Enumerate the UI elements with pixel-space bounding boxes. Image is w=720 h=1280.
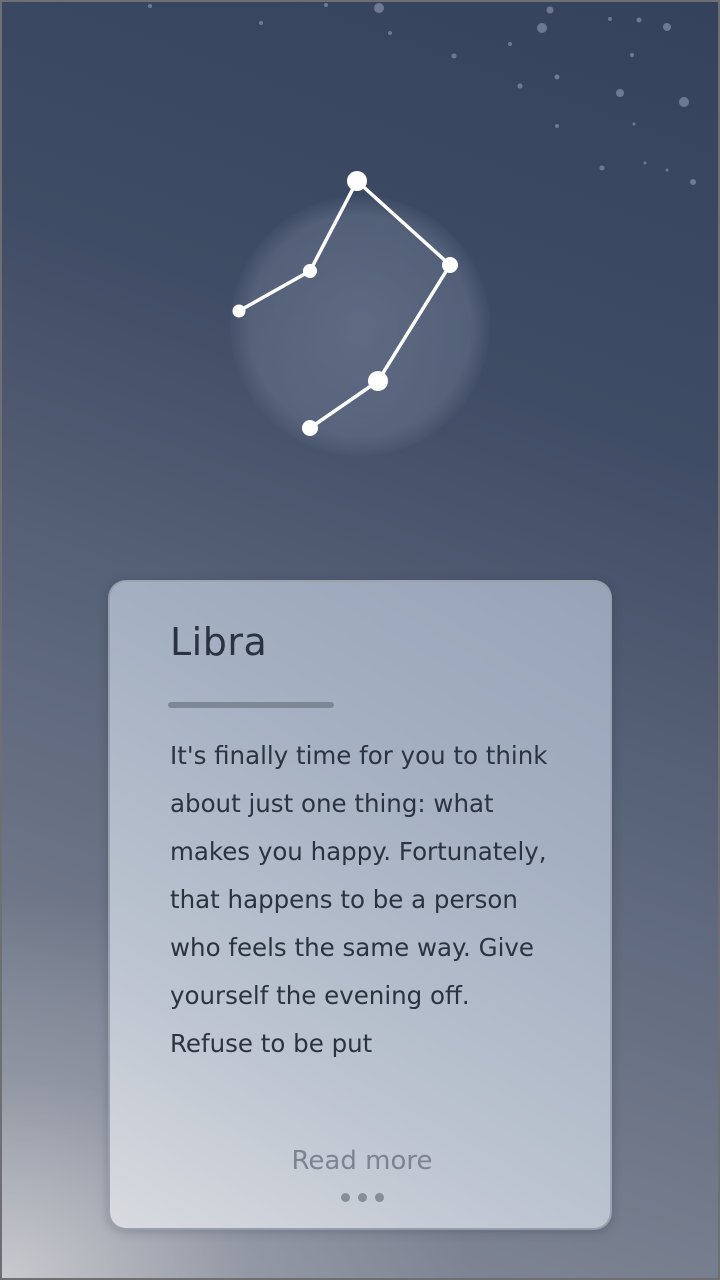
horoscope-screen: Libra It's finally time for you to think…: [0, 0, 720, 1280]
sign-title: Libra: [170, 620, 268, 664]
dot: [374, 1193, 384, 1202]
ellipsis-icon[interactable]: [110, 1192, 614, 1202]
libra-constellation-icon: [232, 171, 458, 436]
horoscope-text: It's finally time for you to think about…: [170, 741, 548, 1058]
dot: [357, 1193, 367, 1202]
horoscope-card: Libra It's finally time for you to think…: [108, 580, 612, 1230]
dot: [340, 1193, 350, 1202]
read-more-button[interactable]: Read more: [110, 1146, 614, 1176]
title-divider: [168, 702, 334, 708]
